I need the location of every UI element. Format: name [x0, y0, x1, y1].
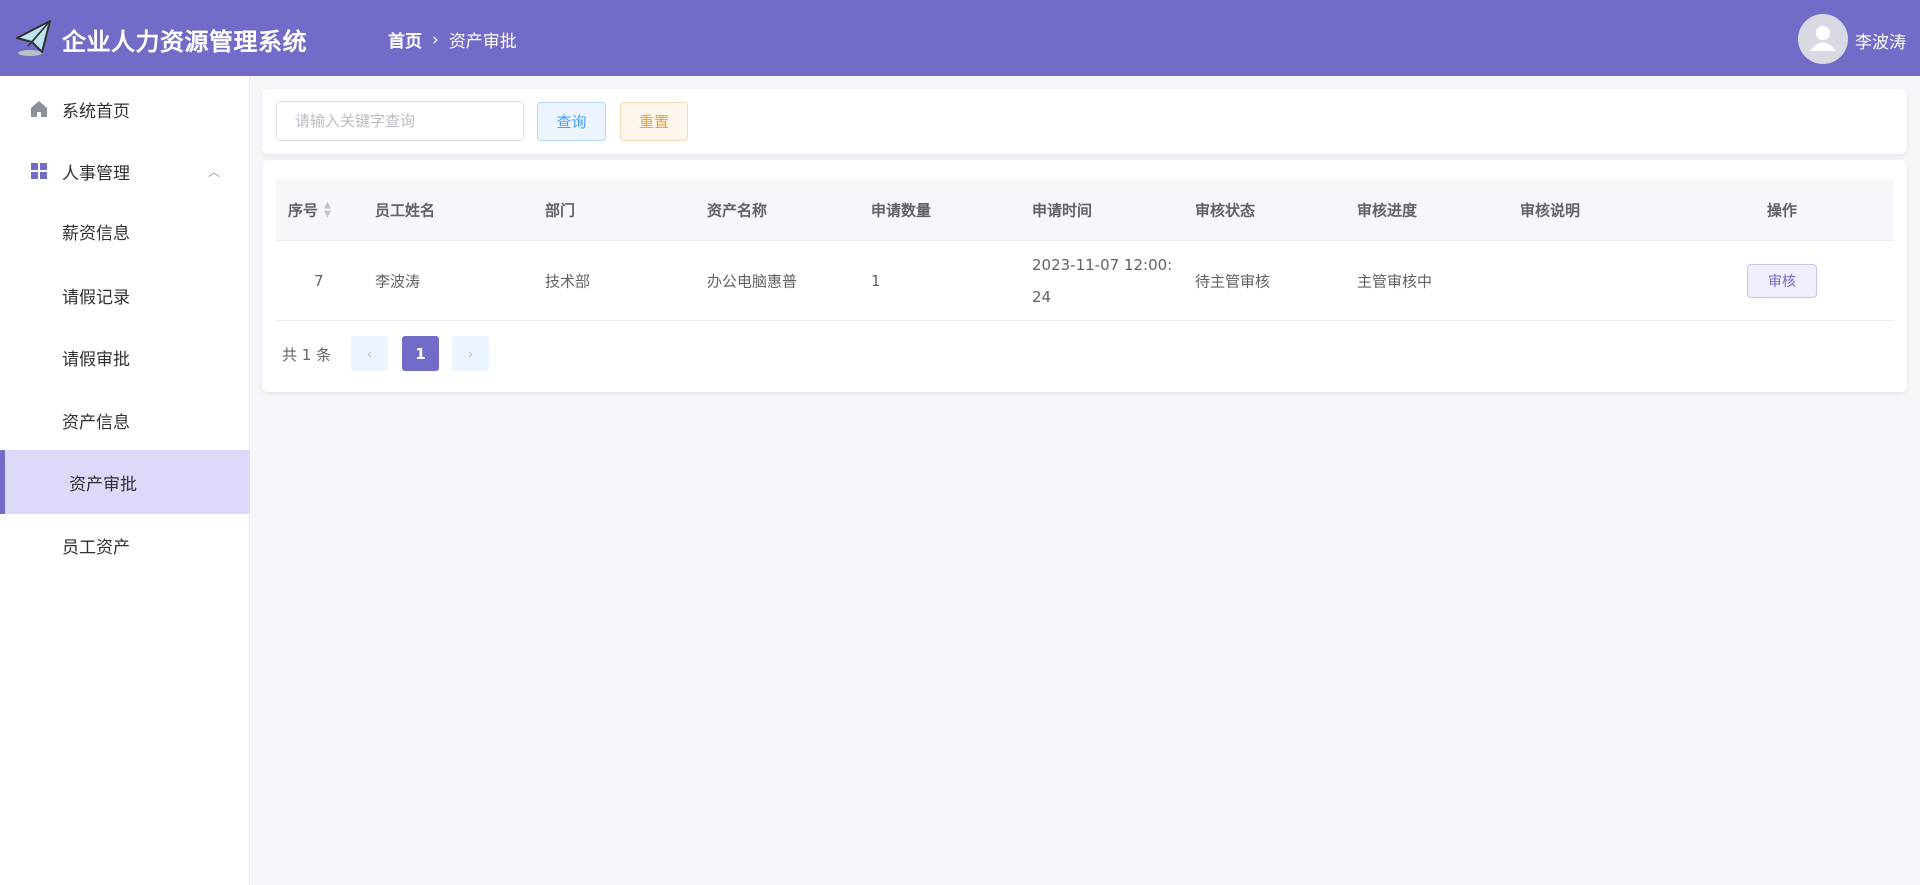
sidebar-item-leave-records[interactable]: 请假记录	[0, 264, 250, 326]
sidebar: 系统首页 人事管理 ︿ 薪资信息 请假记录 请假审批 资产信息 资产审批 员工资…	[0, 76, 250, 885]
sidebar-item-leave-approval[interactable]: 请假审批	[0, 326, 250, 388]
chevron-up-icon: ︿	[208, 164, 221, 179]
reset-button[interactable]: 重置	[620, 102, 688, 141]
sidebar-item-asset-approval[interactable]: 资产审批	[0, 450, 250, 514]
next-page-button[interactable]: ›	[452, 336, 489, 371]
column-header-note: 审核说明	[1520, 201, 1581, 219]
column-header-qty: 申请数量	[871, 201, 932, 219]
pagination-total: 共 1 条	[282, 346, 332, 364]
sidebar-item-hr-management[interactable]: 人事管理 ︿	[0, 140, 250, 202]
time-line: 2023-11-07 12:00:	[1032, 255, 1173, 274]
breadcrumb: 首页 › 资产审批	[388, 27, 517, 53]
cell-status: 待主管审核	[1195, 272, 1271, 290]
sidebar-item-label: 资产信息	[62, 412, 130, 433]
cell-progress: 主管审核中	[1357, 272, 1433, 290]
sidebar-item-label: 请假审批	[62, 349, 130, 370]
prev-page-button[interactable]: ‹	[351, 336, 388, 371]
column-header-name: 员工姓名	[375, 201, 436, 219]
chevron-right-icon: ›	[432, 29, 439, 50]
query-button[interactable]: 查询	[537, 102, 606, 141]
sidebar-item-salary[interactable]: 薪资信息	[0, 200, 250, 262]
sidebar-item-label: 系统首页	[62, 101, 130, 122]
user-name[interactable]: 李波涛	[1855, 28, 1906, 53]
user-icon	[1810, 26, 1836, 51]
search-input[interactable]	[276, 101, 524, 141]
sort-icon[interactable]: ▲ ▼	[324, 201, 331, 220]
table-header: 序号 ▲ ▼ 员工姓名 部门 资产名称 申请数量 申请时间 审核状态 审核进度 审核…	[276, 179, 1894, 241]
app-title: 企业人力资源管理系统	[62, 28, 307, 56]
sidebar-item-label: 资产审批	[69, 474, 137, 495]
breadcrumb-home[interactable]: 首页	[388, 27, 422, 52]
breadcrumb-current: 资产审批	[448, 32, 517, 52]
column-header-status: 审核状态	[1195, 201, 1256, 219]
cell-qty: 1	[871, 271, 881, 290]
home-icon	[31, 101, 47, 117]
sidebar-item-employee-assets[interactable]: 员工资产	[0, 514, 250, 576]
column-label: 序号	[288, 201, 319, 219]
column-header-id[interactable]: 序号 ▲ ▼	[288, 199, 331, 220]
cell-name: 李波涛	[375, 272, 421, 290]
column-header-progress: 审核进度	[1357, 201, 1418, 219]
sidebar-item-asset-info[interactable]: 资产信息	[0, 389, 250, 451]
column-header-dept: 部门	[545, 201, 576, 219]
time-line: 24	[1032, 287, 1052, 306]
column-header-asset: 资产名称	[707, 201, 768, 219]
column-header-time: 申请时间	[1032, 201, 1093, 219]
avatar[interactable]	[1798, 14, 1848, 64]
cell-asset: 办公电脑惠普	[707, 272, 798, 290]
sidebar-item-home[interactable]: 系统首页	[0, 78, 250, 140]
table-row: 7 李波涛 技术部 办公电脑惠普 1 2023-11-07 12:00: 24 待…	[276, 241, 1894, 321]
grid-icon	[31, 163, 47, 179]
audit-button[interactable]: 审核	[1747, 264, 1817, 298]
page-1-button[interactable]: 1	[402, 336, 439, 371]
column-header-action: 操作	[1767, 201, 1798, 219]
paper-plane-logo-icon	[16, 20, 51, 56]
cell-dept: 技术部	[545, 272, 591, 290]
top-header: 企业人力资源管理系统 首页 › 资产审批 李波涛	[0, 0, 1920, 76]
sidebar-item-label: 请假记录	[62, 287, 130, 308]
sidebar-item-label: 薪资信息	[62, 223, 130, 244]
sidebar-item-label: 人事管理	[62, 163, 130, 184]
sidebar-item-label: 员工资产	[62, 537, 130, 558]
cell-id: 7	[314, 271, 324, 290]
cell-time: 2023-11-07 12:00: 24	[1032, 249, 1172, 313]
